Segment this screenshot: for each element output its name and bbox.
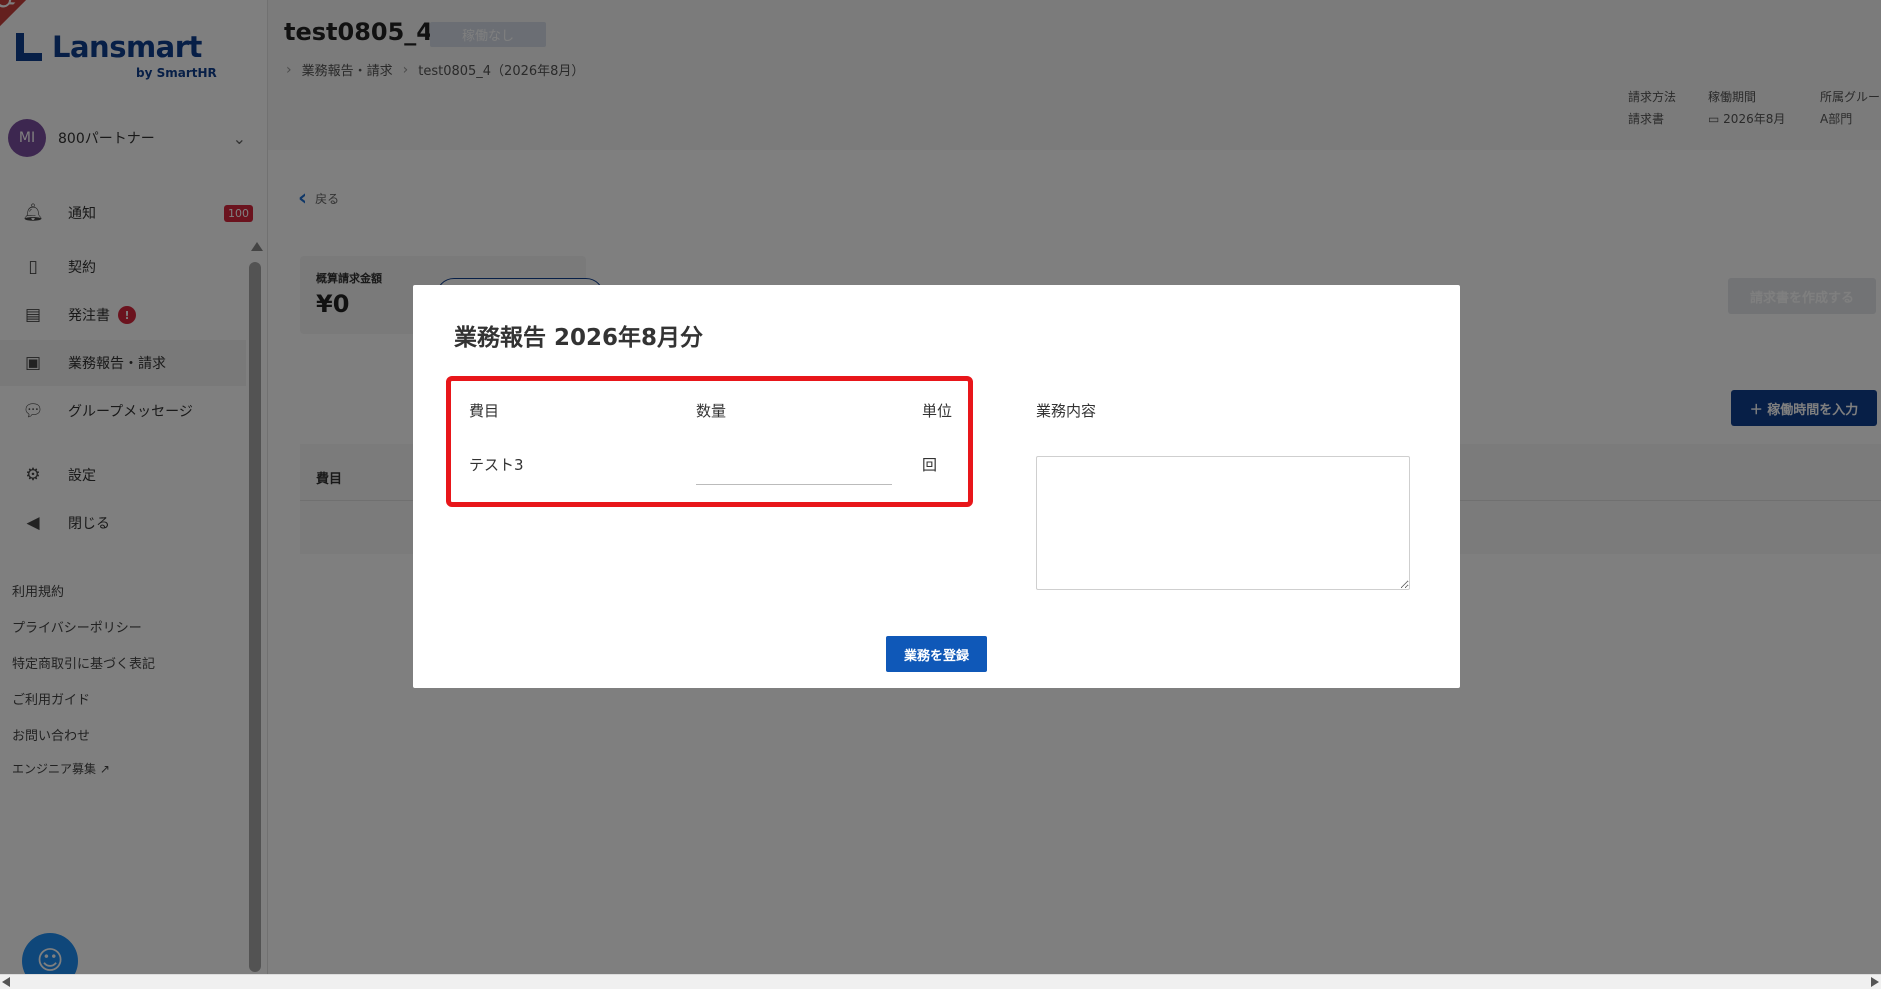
column-header-unit: 単位 bbox=[922, 402, 953, 420]
row-item-value: テスト3 bbox=[469, 456, 524, 474]
work-content-textarea[interactable] bbox=[1036, 456, 1410, 590]
scroll-right-icon[interactable] bbox=[1871, 977, 1879, 987]
column-header-quantity: 数量 bbox=[696, 402, 727, 420]
column-header-item: 費目 bbox=[469, 402, 500, 420]
register-work-button[interactable]: 業務を登録 bbox=[886, 636, 987, 672]
horizontal-scrollbar[interactable] bbox=[0, 974, 1881, 989]
quantity-input[interactable] bbox=[696, 443, 892, 485]
highlight-box bbox=[446, 376, 973, 507]
work-content-label: 業務内容 bbox=[1036, 402, 1097, 420]
scroll-left-icon[interactable] bbox=[2, 977, 10, 987]
modal-title: 業務報告 2026年8月分 bbox=[454, 325, 704, 351]
work-report-modal: 業務報告 2026年8月分 費目 数量 単位 テスト3 回 業務内容 業務を登録 bbox=[413, 285, 1460, 688]
row-unit-value: 回 bbox=[922, 456, 938, 474]
